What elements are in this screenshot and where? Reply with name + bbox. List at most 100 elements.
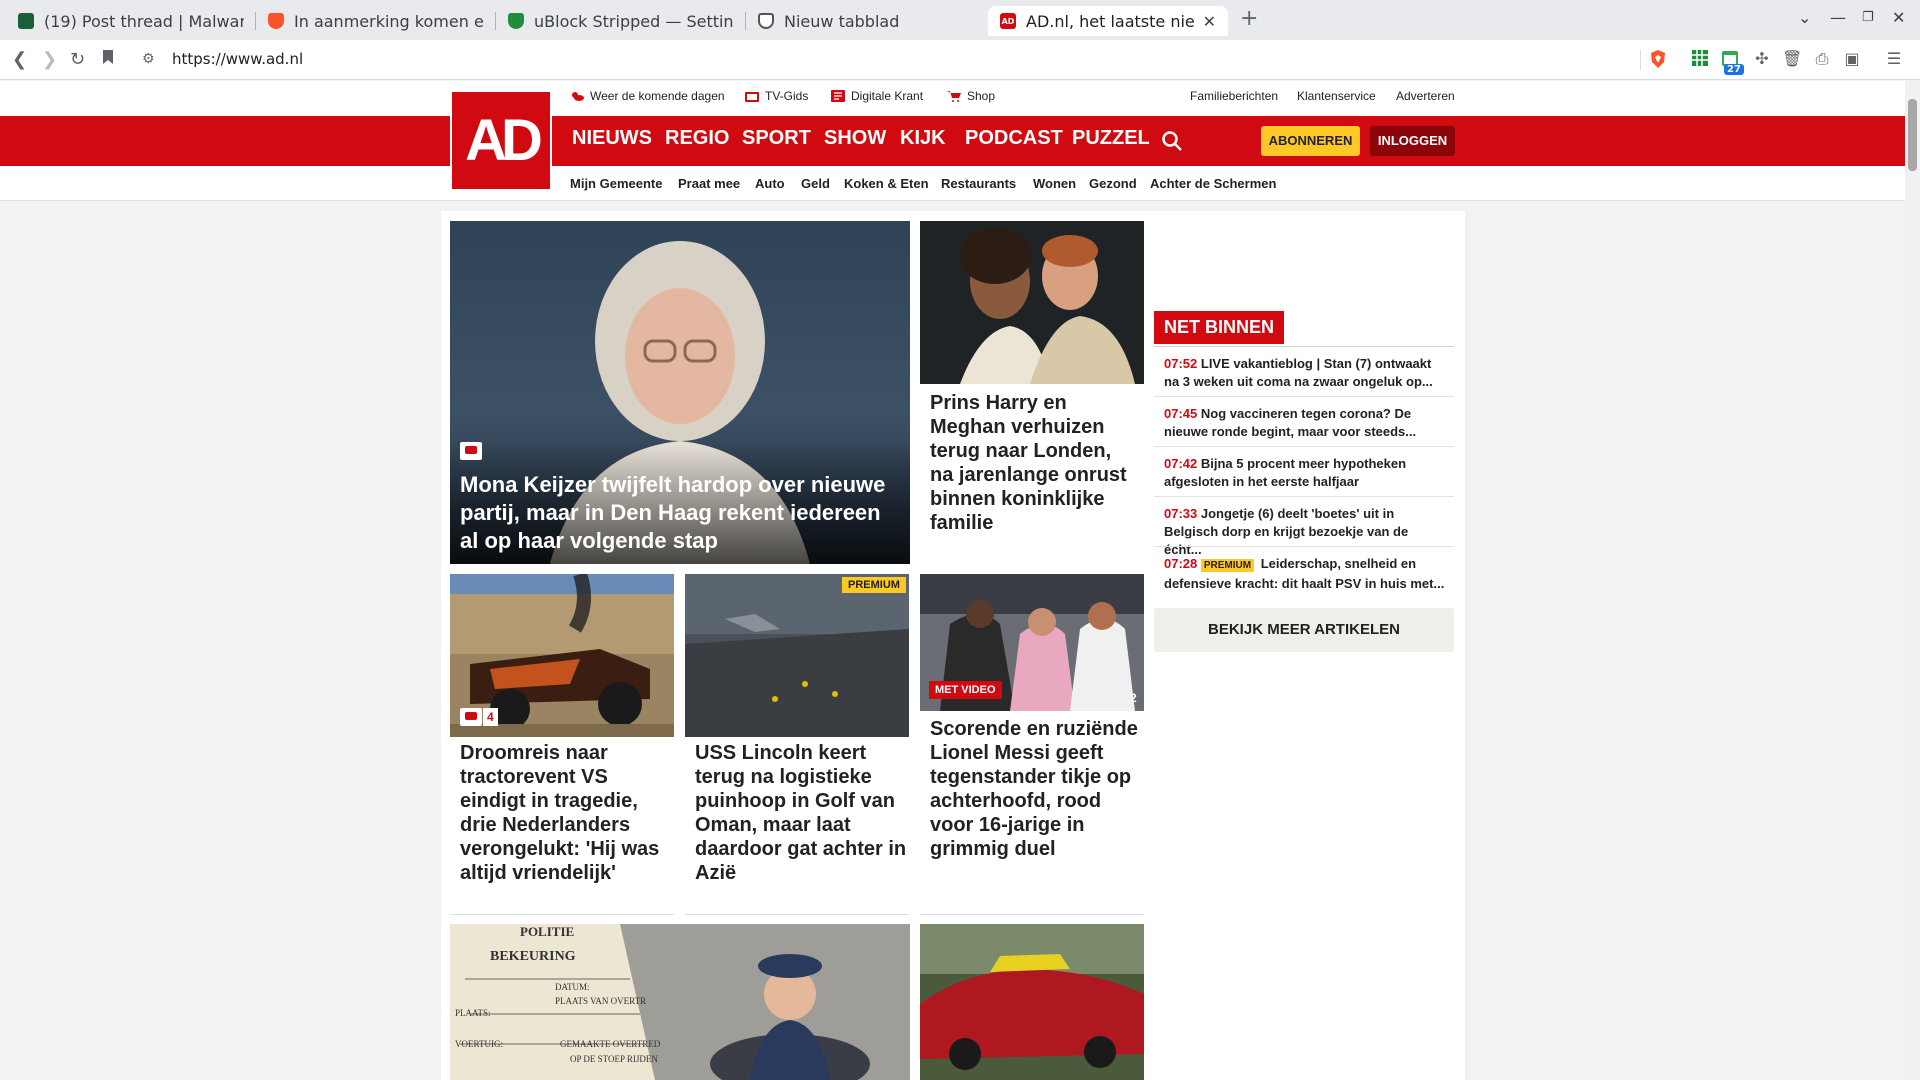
net-binnen-text: Nog vaccineren tegen corona? De nieuwe r… [1164, 406, 1417, 439]
tab-list-chevron-down-icon[interactable]: ⌄ [1798, 8, 1811, 27]
bookmark-icon[interactable] [102, 49, 114, 70]
hero-headline[interactable]: Mona Keijzer twijfelt hardop over nieuwe… [460, 471, 900, 555]
logo-text: AD [465, 108, 543, 173]
extensions-puzzle-icon[interactable]: ✣ [1752, 49, 1772, 69]
harry-meghan-image[interactable] [920, 221, 1144, 384]
close-window-icon[interactable]: ✕ [1892, 8, 1905, 27]
net-binnen-text: Bijna 5 procent meer hypotheken afgeslot… [1164, 456, 1407, 489]
uss-lincoln-image[interactable] [685, 574, 909, 737]
messi-headline[interactable]: Scorende en ruziënde Lionel Messi geeft … [930, 717, 1142, 861]
newspaper-icon [831, 90, 845, 102]
divider [685, 914, 909, 915]
ad-logo[interactable]: AD [450, 90, 552, 191]
net-binnen-text: LIVE vakantieblog | Stan (7) ontwaakt na… [1164, 356, 1433, 389]
page-scrollbar[interactable] [1905, 81, 1920, 1080]
tab-title: In aanmerking komen enge [294, 11, 484, 31]
save-icon[interactable]: ▣ [1842, 49, 1862, 69]
spreadsheet-extension-icon[interactable] [1690, 49, 1710, 69]
divider [1154, 496, 1454, 497]
comment-icon [460, 442, 482, 460]
search-icon[interactable] [1161, 130, 1183, 152]
nav-podcast[interactable]: PODCAST [965, 127, 1063, 150]
tab-in-aanmerking[interactable]: In aanmerking komen enge [256, 6, 496, 36]
forward-icon[interactable]: ❯ [42, 49, 57, 70]
util-adverteren-link[interactable]: Adverteren [1396, 89, 1455, 103]
subscribe-button[interactable]: ABONNEREN [1261, 126, 1360, 156]
video-badge: MET VIDEO [929, 681, 1002, 699]
bekeuring-image[interactable]: POLITIE BEKEURING DATUM: PLAATS VAN OVER… [450, 924, 910, 1080]
net-binnen-time: 07:52 [1164, 356, 1198, 371]
shield-icon [758, 13, 774, 29]
more-articles-button[interactable]: BEKIJK MEER ARTIKELEN [1154, 608, 1454, 652]
brave-shields-icon[interactable] [1648, 49, 1668, 69]
subnav-restaurants[interactable]: Restaurants [941, 176, 1016, 191]
site-info-icon[interactable]: ⚙ [142, 51, 155, 67]
subnav-koken-eten[interactable]: Koken & Eten [844, 176, 929, 191]
trash-icon[interactable]: 🗑 [1782, 49, 1802, 69]
brave-favicon-icon [268, 13, 284, 29]
tractor-headline[interactable]: Droomreis naar tractorevent VS eindigt i… [460, 741, 672, 885]
util-weather-link[interactable]: Weer de komende dagen [570, 89, 725, 103]
util-label: Weer de komende dagen [590, 89, 725, 103]
net-binnen-item[interactable]: 07:28 PREMIUM Leiderschap, snelheid en d… [1164, 555, 1449, 593]
harry-headline[interactable]: Prins Harry en Meghan verhuizen terug na… [930, 391, 1140, 535]
tab-title: (19) Post thread | MalwareT [44, 11, 244, 31]
weather-icon [572, 92, 584, 101]
net-binnen-divider [1154, 346, 1454, 347]
subnav-wonen[interactable]: Wonen [1033, 176, 1076, 191]
cart-icon [947, 91, 961, 102]
net-binnen-item[interactable]: 07:42 Bijna 5 procent meer hypotheken af… [1164, 455, 1449, 491]
tab-ublock-settings[interactable]: uBlock Stripped — Settings [496, 6, 746, 36]
subnav-gezond[interactable]: Gezond [1089, 176, 1137, 191]
net-binnen-text: Jongetje (6) deelt 'boetes' uit in Belgi… [1164, 506, 1409, 557]
address-bar[interactable] [132, 46, 1680, 74]
util-label: Klantenservice [1297, 89, 1376, 103]
nav-sport[interactable]: SPORT [742, 127, 811, 150]
subnav-achter-de-schermen[interactable]: Achter de Schermen [1150, 176, 1276, 191]
nav-regio[interactable]: REGIO [665, 127, 729, 150]
net-binnen-title: NET BINNEN [1154, 311, 1285, 344]
net-binnen-time: 07:28 [1164, 556, 1198, 571]
tab-ad-nl[interactable]: AD AD.nl, het laatste nieuw ✕ [988, 6, 1228, 36]
subnav-mijn-gemeente[interactable]: Mijn Gemeente [570, 176, 662, 191]
url-text[interactable]: https://www.ad.nl [172, 50, 303, 68]
tab-malwaretips[interactable]: (19) Post thread | MalwareT [6, 6, 256, 36]
util-tvgids-link[interactable]: TV-Gids [745, 89, 808, 103]
net-binnen-item[interactable]: 07:33 Jongetje (6) deelt 'boetes' uit in… [1164, 505, 1449, 559]
divider [1154, 396, 1454, 397]
util-familieberichten-link[interactable]: Familieberichten [1190, 89, 1278, 103]
net-binnen-time: 07:42 [1164, 456, 1198, 471]
util-label: Shop [967, 89, 996, 103]
util-shop-link[interactable]: Shop [947, 89, 995, 103]
util-klantenservice-link[interactable]: Klantenservice [1297, 89, 1376, 103]
main-nav-bar [0, 116, 1920, 166]
util-digitale-krant-link[interactable]: Digitale Krant [831, 89, 923, 103]
tab-title: uBlock Stripped — Settings [534, 11, 734, 31]
nav-nieuws[interactable]: NIEUWS [572, 127, 652, 150]
restore-icon[interactable]: ❐ [1862, 10, 1874, 25]
net-binnen-item[interactable]: 07:52 LIVE vakantieblog | Stan (7) ontwa… [1164, 355, 1449, 391]
ticket-stoep-label: OP DE STOEP RIJDEN [570, 1054, 658, 1064]
tesla-image[interactable] [920, 924, 1144, 1080]
util-label: Digitale Krant [851, 89, 924, 103]
tab-title: Nieuw tabblad [784, 11, 900, 31]
nav-kijk[interactable]: KIJK [900, 127, 946, 150]
subnav-geld[interactable]: Geld [801, 176, 830, 191]
login-button[interactable]: INLOGGEN [1370, 126, 1455, 156]
scrollbar-thumb[interactable] [1908, 99, 1917, 171]
menu-hamburger-icon[interactable]: ☰ [1884, 49, 1904, 69]
nav-puzzel[interactable]: PUZZEL [1072, 127, 1150, 150]
subnav-praat-mee[interactable]: Praat mee [678, 176, 740, 191]
print-icon[interactable]: ⎙ [1812, 49, 1832, 69]
minimize-icon[interactable]: — [1830, 8, 1846, 27]
subnav-auto[interactable]: Auto [755, 176, 785, 191]
malwaretips-favicon-icon [18, 13, 34, 29]
tab-nieuw-tabblad[interactable]: Nieuw tabblad [746, 6, 986, 36]
new-tab-button[interactable]: + [1240, 6, 1258, 31]
close-tab-icon[interactable]: ✕ [1203, 12, 1216, 31]
nav-show[interactable]: SHOW [824, 127, 886, 150]
uss-headline[interactable]: USS Lincoln keert terug na logistieke pu… [695, 741, 907, 885]
net-binnen-item[interactable]: 07:45 Nog vaccineren tegen corona? De ni… [1164, 405, 1449, 441]
reload-icon[interactable]: ↻ [70, 49, 85, 70]
back-icon[interactable]: ❮ [12, 49, 27, 70]
